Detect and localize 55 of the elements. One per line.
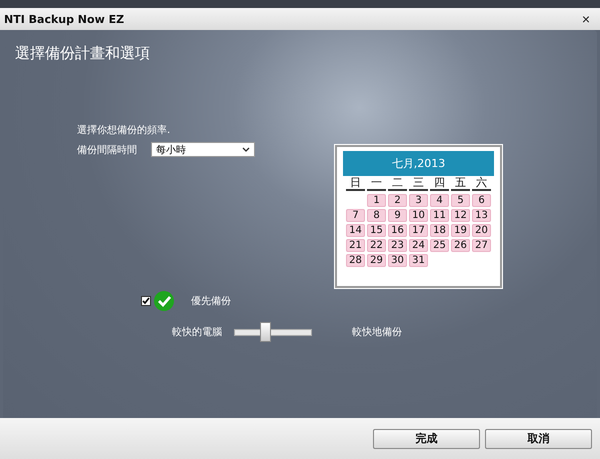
weekday-label: 六 [472, 176, 491, 191]
cancel-button[interactable]: 取消 [485, 428, 592, 448]
calendar-day[interactable]: 12 [451, 209, 470, 222]
interval-dropdown[interactable]: 每小時 [151, 142, 255, 157]
slider-left-label: 較快的電腦 [172, 326, 222, 339]
priority-label: 優先備份 [191, 294, 231, 308]
chevron-down-icon [242, 147, 250, 152]
calendar-day[interactable]: 30 [388, 254, 407, 267]
calendar-day[interactable]: 6 [472, 194, 491, 207]
calendar-day[interactable]: 18 [430, 224, 449, 237]
weekday-label: 一 [367, 176, 386, 191]
calendar-day[interactable]: 13 [472, 209, 491, 222]
calendar-day[interactable]: 25 [430, 239, 449, 252]
calendar-day[interactable]: 21 [346, 239, 365, 252]
calendar-header: 七月,2013 [343, 151, 494, 176]
weekday-label: 四 [430, 176, 449, 191]
calendar-day[interactable]: 15 [367, 224, 386, 237]
calendar-day[interactable]: 5 [451, 194, 470, 207]
weekday-label: 二 [388, 176, 407, 191]
calendar-day[interactable]: 27 [472, 239, 491, 252]
page-heading: 選擇備份計畫和選項 [15, 44, 151, 63]
calendar-day[interactable]: 29 [367, 254, 386, 267]
calendar-day[interactable]: 14 [346, 224, 365, 237]
calendar-day[interactable]: 7 [346, 209, 365, 222]
calendar-day[interactable]: 20 [472, 224, 491, 237]
calendar-day[interactable]: 31 [409, 254, 428, 267]
calendar-day[interactable]: 8 [367, 209, 386, 222]
window-title: NTI Backup Now EZ [4, 12, 124, 26]
close-button[interactable]: × [580, 11, 592, 27]
calendar-day[interactable]: 16 [388, 224, 407, 237]
weekday-label: 三 [409, 176, 428, 191]
check-badge-icon [153, 290, 175, 312]
priority-checkbox[interactable] [141, 296, 151, 306]
calendar-day[interactable]: 26 [451, 239, 470, 252]
calendar-day[interactable]: 9 [388, 209, 407, 222]
speed-slider[interactable] [231, 322, 315, 342]
calendar-day[interactable]: 17 [409, 224, 428, 237]
slider-thumb[interactable] [260, 322, 271, 342]
finish-button[interactable]: 完成 [373, 428, 480, 448]
weekday-label: 日 [346, 176, 365, 191]
frequency-prompt: 選擇你想備份的頻率. [77, 124, 172, 137]
calendar-day[interactable]: 19 [451, 224, 470, 237]
calendar-day[interactable]: 3 [409, 194, 428, 207]
calendar-day[interactable]: 2 [388, 194, 407, 207]
calendar-day[interactable]: 22 [367, 239, 386, 252]
interval-label: 備份間隔時間 [77, 144, 137, 156]
calendar-day[interactable]: 4 [430, 194, 449, 207]
calendar-day[interactable]: 10 [409, 209, 428, 222]
calendar-day[interactable]: 11 [430, 209, 449, 222]
slider-right-label: 較快地備份 [352, 326, 402, 339]
calendar-day[interactable]: 23 [388, 239, 407, 252]
weekday-label: 五 [451, 176, 470, 191]
calendar-day[interactable]: 1 [367, 194, 386, 207]
calendar-day[interactable]: 24 [409, 239, 428, 252]
calendar-day[interactable]: 28 [346, 254, 365, 267]
